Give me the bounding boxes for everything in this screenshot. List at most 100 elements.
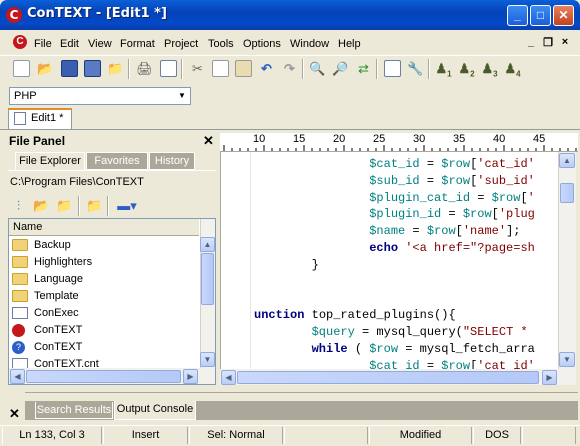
menu-file[interactable]: File xyxy=(34,38,52,50)
highlighter-select[interactable]: PHP ▼ xyxy=(9,87,191,105)
folder-back-icon[interactable]: 📁 xyxy=(56,197,73,214)
menu-help[interactable]: Help xyxy=(338,38,361,50)
find-icon[interactable]: 🔍 xyxy=(309,60,326,77)
user-command-1-icon[interactable]: ♟1 xyxy=(435,60,452,79)
paste-icon[interactable] xyxy=(235,60,252,77)
code-line[interactable] xyxy=(221,274,535,291)
tab-edit1[interactable]: Edit1 * xyxy=(8,108,72,129)
file-list[interactable]: Name Backup Highlighters Language Templa… xyxy=(8,218,216,385)
new-file-icon[interactable] xyxy=(13,60,30,77)
menu-project[interactable]: Project xyxy=(164,38,198,50)
code-line[interactable]: $cat_id = $row['cat_id' xyxy=(221,156,535,173)
file-panel-close-icon[interactable]: ✕ xyxy=(203,133,214,149)
scroll-left-button[interactable]: ◀ xyxy=(10,369,25,384)
code-line[interactable]: while ( $row = mysql_fetch_arra xyxy=(221,341,535,358)
scroll-up-button[interactable]: ▲ xyxy=(559,153,575,168)
print-preview-icon[interactable] xyxy=(160,60,177,77)
file-item-template[interactable]: Template xyxy=(12,288,79,305)
undo-icon[interactable]: ↶ xyxy=(258,60,275,77)
mdi-restore-button[interactable]: ❐ xyxy=(541,36,555,49)
gutter-line xyxy=(250,152,251,369)
scroll-left-button[interactable]: ◀ xyxy=(221,370,236,385)
code-content[interactable]: $cat_id = $row['cat_id' $sub_id = $row['… xyxy=(221,156,535,369)
find-next-icon[interactable]: 🔎 xyxy=(332,60,349,77)
user-command-2-icon[interactable]: ♟2 xyxy=(458,60,475,79)
menu-view[interactable]: View xyxy=(88,38,112,50)
ruler-mark: 10 xyxy=(253,133,266,145)
close-button[interactable]: ✕ xyxy=(553,5,574,26)
copy-icon[interactable] xyxy=(212,60,229,77)
file-item-context-exe[interactable]: ConTEXT xyxy=(12,322,82,339)
code-line[interactable] xyxy=(221,290,535,307)
open-folder-icon[interactable]: 📂 xyxy=(37,60,54,77)
tab-file-explorer[interactable]: File Explorer xyxy=(15,152,85,170)
scroll-thumb[interactable] xyxy=(560,183,574,203)
ruler: 10 15 20 25 30 35 40 45 xyxy=(220,133,578,152)
document-icon xyxy=(14,112,26,125)
tab-favorites[interactable]: Favorites xyxy=(86,152,148,170)
tree-view-icon[interactable]: ⫶ xyxy=(10,197,27,214)
scroll-right-button[interactable]: ▶ xyxy=(183,369,198,384)
file-item-backup[interactable]: Backup xyxy=(12,237,71,254)
open-file-icon[interactable]: 📁 xyxy=(107,60,124,77)
code-editor[interactable]: $cat_id = $row['cat_id' $sub_id = $row['… xyxy=(220,152,558,369)
menu-options[interactable]: Options xyxy=(243,38,281,50)
bottom-panel-close-icon[interactable]: ✕ xyxy=(9,406,20,422)
print-icon[interactable]: 🖨 xyxy=(136,60,153,77)
code-line[interactable]: $query = mysql_query("SELECT * xyxy=(221,324,535,341)
tools-icon[interactable]: 🔧 xyxy=(407,60,424,77)
context-logo-icon[interactable]: C xyxy=(6,7,22,23)
view-mode-dropdown-icon[interactable]: ▬▾ xyxy=(115,197,139,214)
tab-search-results[interactable]: Search Results xyxy=(35,402,113,419)
tab-output-console[interactable]: Output Console xyxy=(114,401,196,420)
menu-edit[interactable]: Edit xyxy=(60,38,79,50)
tab-history[interactable]: History xyxy=(149,152,195,170)
tab-strip-border xyxy=(0,129,580,130)
menu-format[interactable]: Format xyxy=(120,38,155,50)
status-position: Ln 133, Col 3 xyxy=(2,427,102,444)
file-item-highlighters[interactable]: Highlighters xyxy=(12,254,92,271)
document-menu-icon[interactable]: C xyxy=(13,35,27,49)
file-item-context-help[interactable]: ? ConTEXT xyxy=(12,339,82,356)
toolbar-separator xyxy=(181,59,183,79)
mdi-close-button[interactable]: × xyxy=(558,36,572,48)
scroll-up-button[interactable]: ▲ xyxy=(200,237,215,252)
toolbar-separator xyxy=(376,59,378,79)
maximize-button[interactable]: □ xyxy=(530,5,551,26)
scroll-down-button[interactable]: ▼ xyxy=(559,352,575,367)
save-all-icon[interactable] xyxy=(84,60,101,77)
scroll-thumb[interactable] xyxy=(237,371,539,384)
code-line[interactable]: echo '<a href="?page=sh xyxy=(221,240,535,257)
file-item-language[interactable]: Language xyxy=(12,271,83,288)
chevron-down-icon[interactable]: ▼ xyxy=(175,89,189,103)
menu-tools[interactable]: Tools xyxy=(208,38,234,50)
cut-icon[interactable]: ✂ xyxy=(189,60,206,77)
user-command-4-icon[interactable]: ♟4 xyxy=(504,60,521,79)
code-line[interactable]: $cat_id = $row['cat_id' xyxy=(221,358,535,369)
replace-icon[interactable]: ⇄ xyxy=(355,60,372,77)
folder-new-icon[interactable]: 📁 xyxy=(86,197,103,214)
minimize-button[interactable]: _ xyxy=(507,5,528,26)
folder-up-icon[interactable]: 📂 xyxy=(33,197,50,214)
save-icon[interactable] xyxy=(61,60,78,77)
scroll-down-button[interactable]: ▼ xyxy=(200,352,215,367)
code-line[interactable]: } xyxy=(221,257,535,274)
scroll-right-button[interactable]: ▶ xyxy=(542,370,557,385)
window-title: ConTEXT - [Edit1 *] xyxy=(27,6,167,21)
splitter[interactable] xyxy=(25,392,578,393)
ruler-mark: 30 xyxy=(413,133,426,145)
user-command-3-icon[interactable]: ♟3 xyxy=(481,60,498,79)
code-line[interactable]: $plugin_cat_id = $row[' xyxy=(221,190,535,207)
column-header-name[interactable]: Name xyxy=(9,219,199,236)
file-item-conexec[interactable]: ConExec xyxy=(12,305,79,322)
code-line[interactable]: $sub_id = $row['sub_id' xyxy=(221,173,535,190)
scroll-thumb[interactable] xyxy=(201,253,214,305)
mdi-minimize-button[interactable]: _ xyxy=(524,36,538,48)
code-line[interactable]: $plugin_id = $row['plug xyxy=(221,206,535,223)
redo-icon[interactable]: ↷ xyxy=(281,60,298,77)
code-line[interactable]: unction top_rated_plugins(){ xyxy=(221,307,535,324)
menu-window[interactable]: Window xyxy=(290,38,329,50)
file-info-icon[interactable] xyxy=(384,60,401,77)
scroll-thumb[interactable] xyxy=(26,370,181,383)
code-line[interactable]: $name = $row['name']; xyxy=(221,223,535,240)
